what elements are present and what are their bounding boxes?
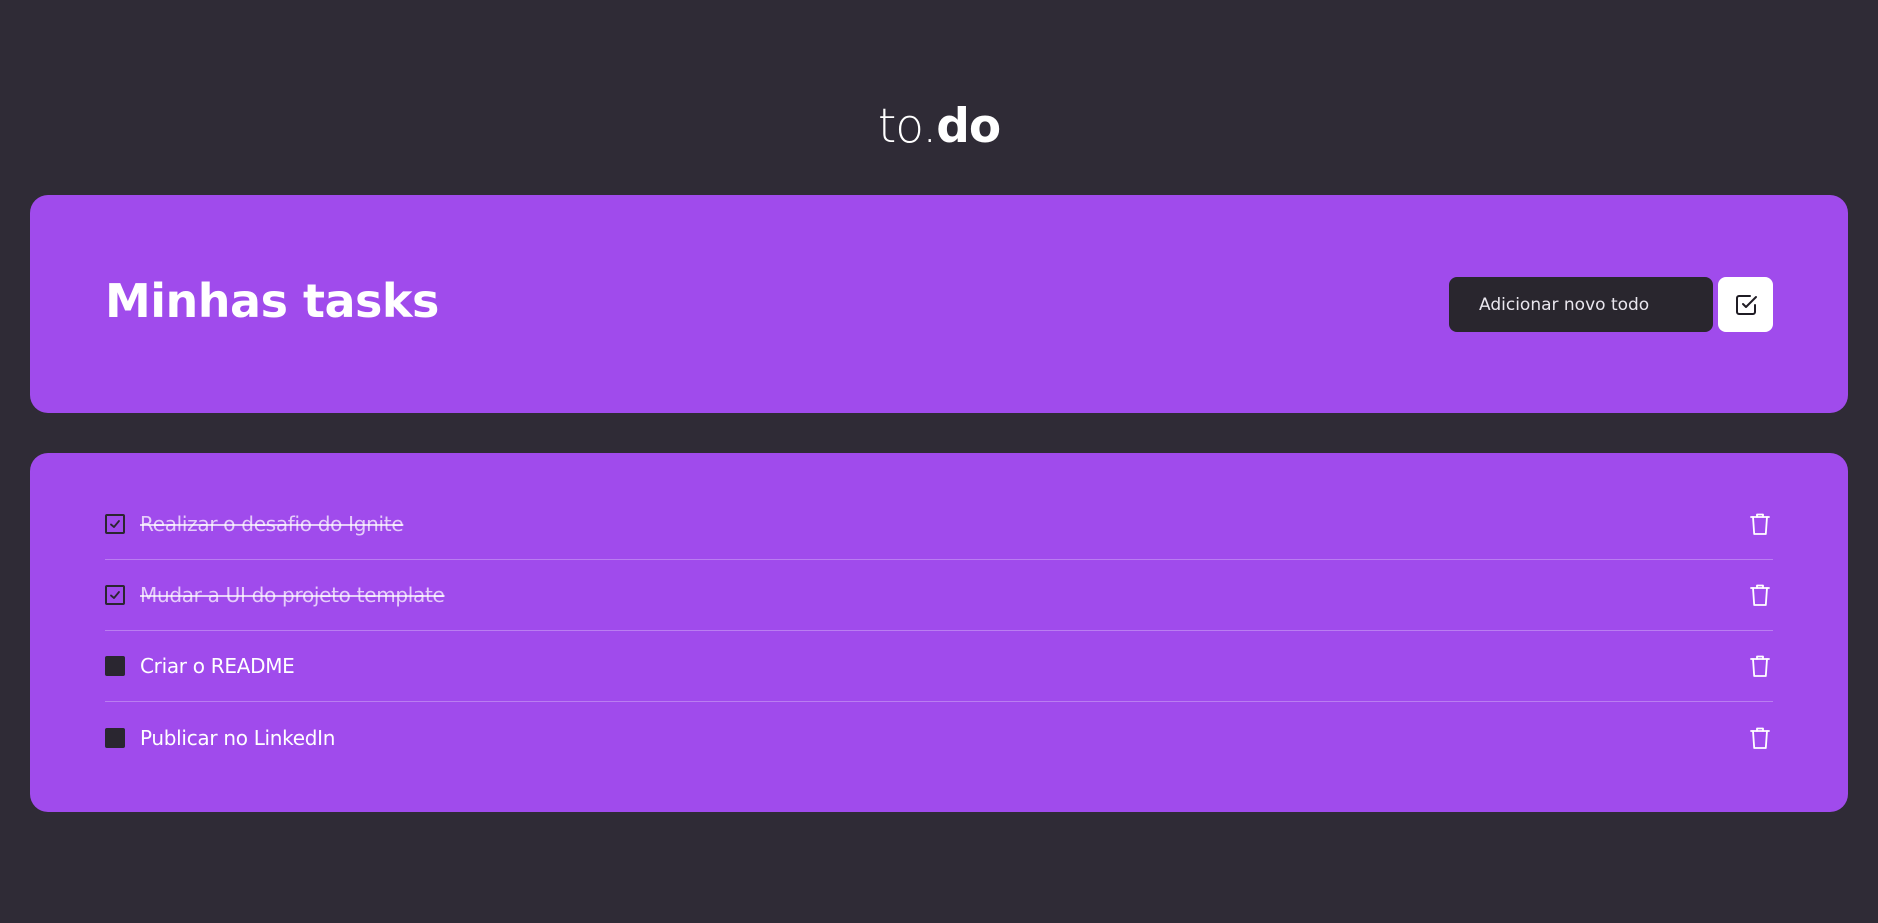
logo-bold-text: do [936, 99, 1001, 155]
task-list-card: Realizar o desafio do Ignite Mudar a UI … [30, 453, 1848, 812]
trash-icon [1750, 512, 1770, 536]
checkbox-unchecked-icon[interactable] [105, 656, 125, 676]
task-item: Mudar a UI do projeto template [105, 560, 1773, 631]
add-todo-button[interactable] [1718, 277, 1773, 332]
logo-light-text: to. [877, 99, 937, 155]
task-text: Realizar o desafio do Ignite [140, 512, 404, 536]
checkbox-checked-icon[interactable] [105, 585, 125, 605]
delete-task-button[interactable] [1748, 511, 1772, 537]
checkbox-checked-icon[interactable] [105, 514, 125, 534]
checkbox-check-icon [1734, 293, 1758, 317]
checkbox-unchecked-icon[interactable] [105, 727, 125, 748]
new-todo-input[interactable] [1449, 277, 1713, 332]
task-text: Publicar no LinkedIn [140, 725, 336, 750]
page-title: Minhas tasks [105, 274, 439, 328]
task-text: Criar o README [140, 654, 295, 678]
app-logo: to.do [0, 97, 1878, 157]
task-item: Realizar o desafio do Ignite [105, 489, 1773, 560]
delete-task-button[interactable] [1748, 725, 1772, 751]
task-item: Publicar no LinkedIn [105, 702, 1773, 773]
trash-icon [1750, 654, 1770, 678]
trash-icon [1750, 583, 1770, 607]
delete-task-button[interactable] [1748, 582, 1772, 608]
task-list: Realizar o desafio do Ignite Mudar a UI … [105, 489, 1773, 773]
task-text: Mudar a UI do projeto template [140, 583, 445, 607]
task-item: Criar o README [105, 631, 1773, 702]
header-card: Minhas tasks [30, 195, 1848, 413]
trash-icon [1750, 726, 1770, 750]
delete-task-button[interactable] [1748, 653, 1772, 679]
